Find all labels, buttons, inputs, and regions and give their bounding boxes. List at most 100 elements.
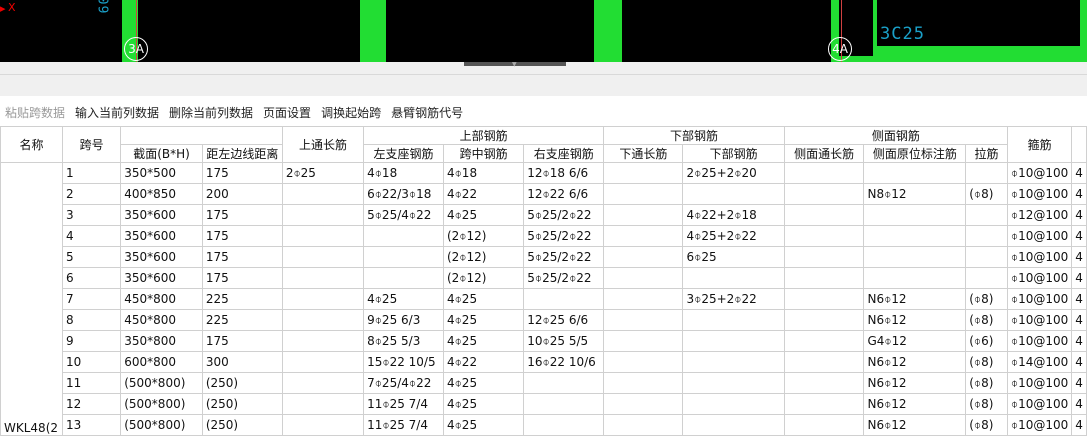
side-original-cell[interactable] <box>863 225 967 247</box>
table-row[interactable]: 11 (500*800) (250) 7⌽25/4⌽22 4⌽25 N6⌽12 (⌽8) ⌽1… <box>1 372 1087 394</box>
stirrup-cell[interactable]: ⌽10@100 <box>1006 414 1073 436</box>
top-through-cell[interactable] <box>281 246 365 268</box>
mid-span-cell[interactable]: 4⌽25 <box>442 309 525 331</box>
stirrup-cell[interactable]: ⌽10@100 <box>1006 372 1073 394</box>
side-through-cell[interactable] <box>783 393 865 415</box>
edge-distance-cell[interactable]: 175 <box>201 330 283 352</box>
header-top-rebar[interactable]: 上部钢筋 <box>363 126 605 145</box>
edge-distance-cell[interactable]: (250) <box>201 393 283 415</box>
edge-distance-cell[interactable]: 175 <box>201 204 283 226</box>
extra-cell[interactable]: 4 <box>1071 351 1087 373</box>
right-support-cell[interactable]: 12⌽25 6/6 <box>523 309 605 331</box>
mid-span-cell[interactable]: 4⌽18 <box>442 162 525 184</box>
stirrup-cell[interactable]: ⌽10@100 <box>1006 225 1073 247</box>
side-through-cell[interactable] <box>783 309 865 331</box>
side-original-cell[interactable]: N6⌽12 <box>863 393 967 415</box>
bottom-through-cell[interactable] <box>603 225 684 247</box>
extra-cell[interactable]: 4 <box>1071 162 1087 184</box>
bottom-through-cell[interactable] <box>603 183 684 205</box>
header-mid-span[interactable]: 跨中钢筋 <box>442 144 525 163</box>
side-original-cell[interactable]: N8⌽12 <box>863 183 967 205</box>
right-support-cell[interactable] <box>523 288 605 310</box>
bottom-through-cell[interactable] <box>603 204 684 226</box>
table-row[interactable]: 5 350*600 175 (2⌽12) 5⌽25/2⌽22 6⌽25 ⌽10@100 4 <box>1 246 1087 268</box>
stirrup-cell[interactable]: ⌽10@100 <box>1006 288 1073 310</box>
stirrup-cell[interactable]: ⌽10@100 <box>1006 246 1073 268</box>
side-through-cell[interactable] <box>783 225 865 247</box>
tie-cell[interactable] <box>965 225 1008 247</box>
edge-distance-cell[interactable]: (250) <box>201 414 283 436</box>
tie-cell[interactable] <box>965 246 1008 268</box>
edge-distance-cell[interactable]: 225 <box>201 288 283 310</box>
side-through-cell[interactable] <box>783 288 865 310</box>
left-support-cell[interactable]: 7⌽25/4⌽22 <box>363 372 444 394</box>
edge-distance-cell[interactable]: 175 <box>201 162 283 184</box>
span-cell[interactable]: 4 <box>61 225 122 247</box>
extra-cell[interactable]: 4 <box>1071 267 1087 289</box>
bottom-through-cell[interactable] <box>603 246 684 268</box>
header-side-rebar[interactable]: 侧面钢筋 <box>783 126 1008 145</box>
paste-span-data-button[interactable]: 粘贴跨数据 <box>0 103 70 123</box>
tie-cell[interactable] <box>965 267 1008 289</box>
right-support-cell[interactable] <box>523 393 605 415</box>
mid-span-cell[interactable]: 4⌽25 <box>442 204 525 226</box>
section-cell[interactable]: 400*850 <box>120 183 203 205</box>
bottom-through-cell[interactable] <box>603 288 684 310</box>
section-cell[interactable]: 350*600 <box>120 225 203 247</box>
beam-name-cell[interactable]: WKL48(2 <box>0 162 63 436</box>
table-row[interactable]: 13 (500*800) (250) 11⌽25 7/4 4⌽25 N6⌽12 (⌽8) ⌽1… <box>1 414 1087 436</box>
span-cell[interactable]: 12 <box>61 393 122 415</box>
extra-cell[interactable]: 4 <box>1071 246 1087 268</box>
mid-span-cell[interactable]: 4⌽25 <box>442 414 525 436</box>
section-cell[interactable]: 350*600 <box>120 267 203 289</box>
side-original-cell[interactable]: N6⌽12 <box>863 309 967 331</box>
mid-span-cell[interactable]: 4⌽22 <box>442 351 525 373</box>
top-through-cell[interactable] <box>281 330 365 352</box>
extra-cell[interactable]: 4 <box>1071 393 1087 415</box>
span-cell[interactable]: 7 <box>61 288 122 310</box>
table-row[interactable]: WKL48(2 1 350*500 175 2⌽25 4⌽18 4⌽18 12⌽18 6/6 2… <box>0 162 1087 436</box>
top-through-cell[interactable] <box>281 225 365 247</box>
tie-cell[interactable]: (⌽8) <box>965 351 1008 373</box>
bottom-through-cell[interactable] <box>603 267 684 289</box>
bottom-through-cell[interactable] <box>603 351 684 373</box>
header-right-support[interactable]: 右支座钢筋 <box>523 144 605 163</box>
section-cell[interactable]: 600*800 <box>120 351 203 373</box>
tie-cell[interactable]: (⌽8) <box>965 372 1008 394</box>
header-side-through[interactable]: 侧面通长筋 <box>783 144 865 163</box>
extra-cell[interactable]: 4 <box>1071 372 1087 394</box>
bottom-rebar-cell[interactable]: 6⌽25 <box>682 246 785 268</box>
delete-column-data-button[interactable]: 删除当前列数据 <box>164 103 258 123</box>
span-cell[interactable]: 6 <box>61 267 122 289</box>
top-through-cell[interactable] <box>281 414 365 436</box>
side-original-cell[interactable] <box>863 267 967 289</box>
stirrup-cell[interactable]: ⌽12@100 <box>1006 204 1073 226</box>
side-through-cell[interactable] <box>783 183 865 205</box>
right-support-cell[interactable]: 16⌽22 10/6 <box>523 351 605 373</box>
header-left-support[interactable]: 左支座钢筋 <box>363 144 444 163</box>
extra-cell[interactable]: 4 <box>1071 204 1087 226</box>
span-cell[interactable]: 2 <box>61 183 122 205</box>
table-row[interactable]: 12 (500*800) (250) 11⌽25 7/4 4⌽25 N6⌽12 (⌽8) ⌽1… <box>1 393 1087 415</box>
span-cell[interactable]: 5 <box>61 246 122 268</box>
tie-cell[interactable]: (⌽8) <box>965 309 1008 331</box>
span-cell[interactable]: 13 <box>61 414 122 436</box>
side-original-cell[interactable]: N6⌽12 <box>863 288 967 310</box>
top-through-cell[interactable] <box>281 288 365 310</box>
right-support-cell[interactable] <box>523 372 605 394</box>
right-support-cell[interactable] <box>523 414 605 436</box>
stirrup-cell[interactable]: ⌽10@100 <box>1006 183 1073 205</box>
mid-span-cell[interactable]: 4⌽25 <box>442 288 525 310</box>
cantilever-code-button[interactable]: 悬臂钢筋代号 <box>386 103 468 123</box>
right-support-cell[interactable]: 10⌽25 5/5 <box>523 330 605 352</box>
left-support-cell[interactable] <box>363 225 444 247</box>
header-top-through[interactable]: 上通长筋 <box>281 126 365 163</box>
side-through-cell[interactable] <box>783 330 865 352</box>
section-cell[interactable]: (500*800) <box>120 393 203 415</box>
swap-start-span-button[interactable]: 调换起始跨 <box>316 103 386 123</box>
span-cell[interactable]: 9 <box>61 330 122 352</box>
header-span[interactable]: 跨号 <box>61 126 122 163</box>
left-support-cell[interactable] <box>363 267 444 289</box>
extra-cell[interactable]: 4 <box>1071 414 1087 436</box>
stirrup-cell[interactable]: ⌽10@100 <box>1006 267 1073 289</box>
